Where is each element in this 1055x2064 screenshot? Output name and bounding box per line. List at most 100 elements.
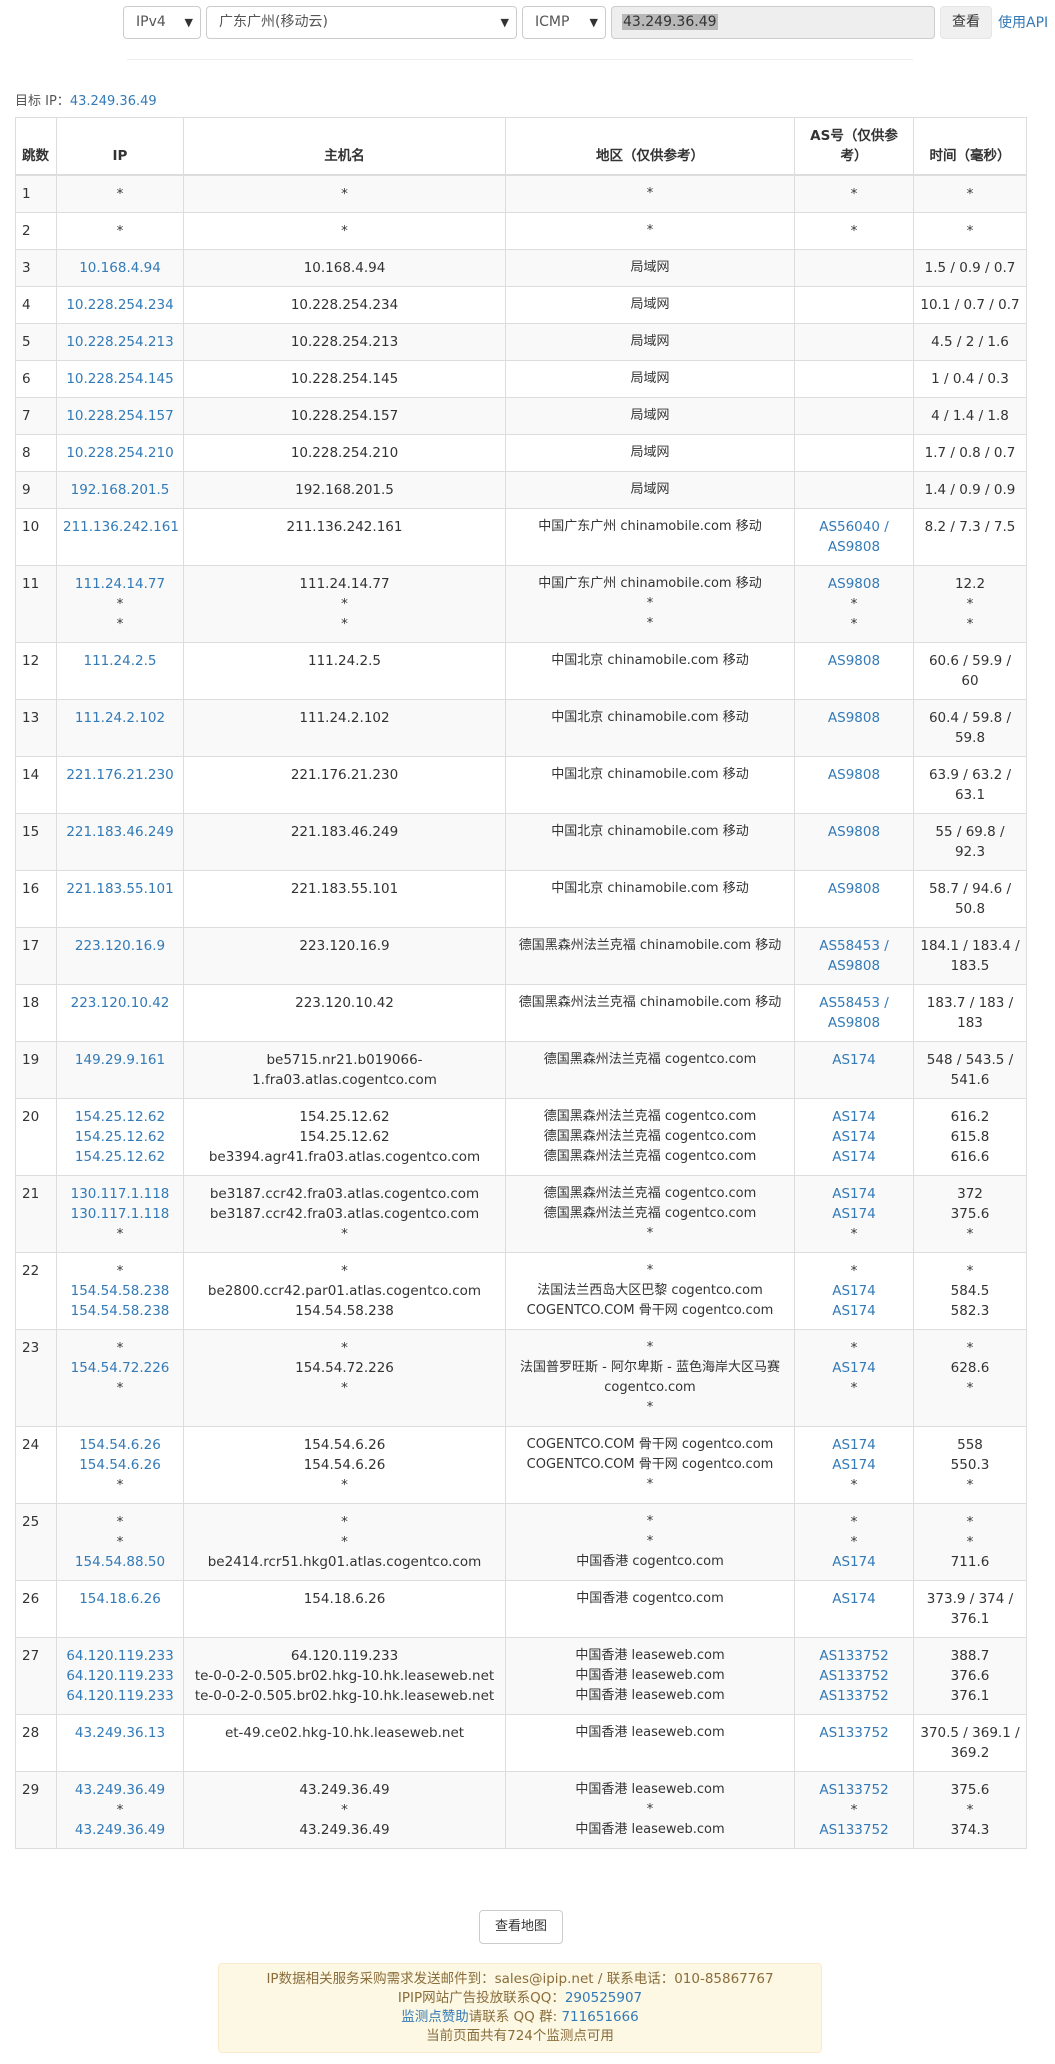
as-link[interactable]: AS174 xyxy=(801,1107,907,1127)
qq-group-link[interactable]: 711651666 xyxy=(561,2009,638,2025)
as-link[interactable]: AS174 xyxy=(801,1050,907,1070)
as-link[interactable]: AS174 xyxy=(801,1281,907,1301)
as-link[interactable]: AS133752 xyxy=(801,1780,907,1800)
as-link[interactable]: AS174 xyxy=(801,1184,907,1204)
as-link[interactable]: AS174 xyxy=(801,1127,907,1147)
as-link[interactable]: AS174 xyxy=(801,1147,907,1167)
target-ip-link[interactable]: 43.249.36.49 xyxy=(70,94,157,109)
ip-link[interactable]: 223.120.16.9 xyxy=(63,936,177,956)
ip-link[interactable]: 111.24.2.102 xyxy=(63,708,177,728)
ip-link[interactable]: 149.29.9.161 xyxy=(63,1050,177,1070)
ip-link[interactable]: 130.117.1.118 xyxy=(63,1184,177,1204)
ip-link[interactable]: 223.120.10.42 xyxy=(63,993,177,1013)
ip-link[interactable]: 221.183.55.101 xyxy=(63,879,177,899)
ip-link[interactable]: 154.54.58.238 xyxy=(63,1301,177,1321)
as-link[interactable]: AS9808 xyxy=(801,765,907,785)
host-value: be5715.nr21.b019066-1.fra03.atlas.cogent… xyxy=(252,1052,437,1088)
as-link[interactable]: AS174 xyxy=(801,1358,907,1378)
ip-link[interactable]: 43.249.36.49 xyxy=(63,1820,177,1840)
ads-qq-link[interactable]: 290525907 xyxy=(565,1990,642,2006)
cell-as: AS174 xyxy=(794,1041,914,1099)
host-value: 221.176.21.230 xyxy=(290,767,399,783)
ip-link[interactable]: 10.228.254.157 xyxy=(63,406,177,426)
as-link[interactable]: AS58453 / AS9808 xyxy=(801,936,907,976)
cell-ip: 64.120.119.233 64.120.119.233 64.120.119.2… xyxy=(56,1637,184,1715)
table-row: 17 223.120.16.9 223.120.16.9 德国黑森州法兰克福 chin… xyxy=(15,927,1027,985)
ip-version-select[interactable]: IPv4 ▼ xyxy=(123,6,201,39)
ip-link[interactable]: 154.54.88.50 xyxy=(63,1552,177,1572)
as-link[interactable]: AS9808 xyxy=(801,708,907,728)
as-link[interactable]: AS174 xyxy=(801,1455,907,1475)
as-link[interactable]: AS133752 xyxy=(801,1723,907,1743)
as-link[interactable]: AS9808 xyxy=(801,822,907,842)
ip-link[interactable]: 221.183.46.249 xyxy=(63,822,177,842)
ip-link[interactable]: 10.228.254.234 xyxy=(63,295,177,315)
ip-link[interactable]: 154.54.58.238 xyxy=(63,1281,177,1301)
cell-region: 局域网 xyxy=(505,360,795,398)
query-button[interactable]: 查看 xyxy=(940,6,992,39)
time-value: 376.1 xyxy=(950,1688,990,1704)
cell-region: 中国香港 cogentco.com xyxy=(505,1580,795,1638)
as-link[interactable]: AS9808 xyxy=(801,879,907,899)
ip-link[interactable]: 221.176.21.230 xyxy=(63,765,177,785)
ip-link[interactable]: 111.24.2.5 xyxy=(63,651,177,671)
cell-time: 1.4 / 0.9 / 0.9 xyxy=(913,471,1027,509)
sponsor-link[interactable]: 监测点赞助 xyxy=(401,2009,469,2025)
hop-number: 2 xyxy=(15,212,57,250)
as-link[interactable]: AS56040 / AS9808 xyxy=(801,517,907,557)
ip-link[interactable]: 154.54.6.26 xyxy=(63,1455,177,1475)
as-link[interactable]: AS133752 xyxy=(801,1686,907,1706)
ip-link[interactable]: 130.117.1.118 xyxy=(63,1204,177,1224)
time-value: * xyxy=(966,596,974,612)
ip-link[interactable]: 10.228.254.213 xyxy=(63,332,177,352)
cell-host: * xyxy=(183,174,506,213)
ip-link[interactable]: 43.249.36.13 xyxy=(63,1723,177,1743)
as-link[interactable]: AS174 xyxy=(801,1301,907,1321)
cell-time: 60.6 / 59.9 / 60 xyxy=(913,642,1027,700)
ip-link[interactable]: 211.136.242.161 xyxy=(63,517,179,537)
ip-link[interactable]: 64.120.119.233 xyxy=(63,1686,177,1706)
ip-link[interactable]: 154.54.72.226 xyxy=(63,1358,177,1378)
as-link[interactable]: AS58453 / AS9808 xyxy=(801,993,907,1033)
cell-host: 10.228.254.234 xyxy=(183,286,506,324)
table-row: 5 10.228.254.213 10.228.254.213 局域网 4.5 / 2… xyxy=(15,323,1027,361)
ip-link[interactable]: 154.25.12.62 xyxy=(63,1127,177,1147)
ip-link[interactable]: 10.168.4.94 xyxy=(63,258,177,278)
ip-link[interactable]: 192.168.201.5 xyxy=(63,480,177,500)
cell-time: 548 / 543.5 / 541.6 xyxy=(913,1041,1027,1099)
as-link[interactable]: AS9808 xyxy=(801,574,907,594)
ip-link[interactable]: 43.249.36.49 xyxy=(63,1780,177,1800)
time-value: 1.4 / 0.9 / 0.9 xyxy=(924,482,1016,498)
ip-link[interactable]: 10.228.254.210 xyxy=(63,443,177,463)
as-link[interactable]: AS174 xyxy=(801,1552,907,1572)
time-value: 58.7 / 94.6 / 50.8 xyxy=(928,881,1012,917)
as-link[interactable]: AS133752 xyxy=(801,1646,907,1666)
ip-link[interactable]: 154.25.12.62 xyxy=(63,1107,177,1127)
ip-link[interactable]: 111.24.14.77 xyxy=(63,574,177,594)
cell-ip: 10.228.254.145 xyxy=(56,360,184,398)
node-select[interactable]: 广东广州(移动云) ▼ xyxy=(206,6,517,39)
cell-as: AS9808 xyxy=(794,870,914,928)
as-link[interactable]: AS174 xyxy=(801,1435,907,1455)
as-link[interactable]: AS133752 xyxy=(801,1666,907,1686)
cell-region: 德国黑森州法兰克福 cogentco.com xyxy=(505,1041,795,1099)
as-link[interactable]: AS174 xyxy=(801,1204,907,1224)
api-link[interactable]: 使用API xyxy=(998,12,1048,32)
cell-as: * xyxy=(794,212,914,250)
ip-link[interactable]: 64.120.119.233 xyxy=(63,1666,177,1686)
as-link[interactable]: AS174 xyxy=(801,1589,907,1609)
region-value: 局域网 xyxy=(630,297,670,312)
as-link[interactable]: AS9808 xyxy=(801,651,907,671)
host-value: 43.249.36.49 xyxy=(299,1782,390,1798)
ip-link[interactable]: 10.228.254.145 xyxy=(63,369,177,389)
table-row: 22 * 154.54.58.238 154.54.58.238 * be2800.ccr… xyxy=(15,1252,1027,1330)
ip-link[interactable]: 64.120.119.233 xyxy=(63,1646,177,1666)
protocol-select[interactable]: ICMP ▼ xyxy=(522,6,606,39)
ip-link[interactable]: 154.18.6.26 xyxy=(63,1589,177,1609)
as-link[interactable]: AS133752 xyxy=(801,1820,907,1840)
cell-as xyxy=(794,471,914,509)
ip-link[interactable]: 154.25.12.62 xyxy=(63,1147,177,1167)
ip-link[interactable]: 154.54.6.26 xyxy=(63,1435,177,1455)
view-map-button[interactable]: 查看地图 xyxy=(479,1910,563,1944)
target-input[interactable]: 43.249.36.49 xyxy=(611,6,935,39)
